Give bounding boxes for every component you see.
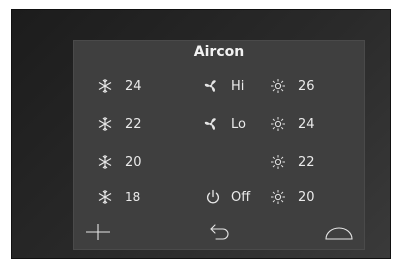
fan-icon	[203, 116, 219, 132]
heat-22-button[interactable]: 22	[270, 151, 315, 173]
fan-hi-button[interactable]: Hi	[203, 75, 244, 97]
snowflake-icon	[97, 154, 113, 170]
fan-icon	[203, 78, 219, 94]
cool-18-button[interactable]: 18	[97, 186, 140, 208]
plus-button[interactable]	[84, 222, 112, 246]
sun-icon	[270, 189, 286, 205]
device-frame: Aircon 24 Hi 26 22 Lo 24 20 22 18 Off 20	[11, 9, 391, 259]
fan-lo-label: Lo	[231, 116, 246, 132]
sun-icon	[270, 78, 286, 94]
fan-hi-label: Hi	[231, 78, 245, 94]
heat-value: 24	[298, 116, 315, 132]
heat-value: 26	[298, 78, 315, 94]
aircon-screen: Aircon 24 Hi 26 22 Lo 24 20 22 18 Off 20	[74, 41, 364, 249]
cool-20-button[interactable]: 20	[97, 151, 142, 173]
heat-24-button[interactable]: 24	[270, 113, 315, 135]
heat-value: 22	[298, 154, 315, 170]
fan-lo-button[interactable]: Lo	[203, 113, 246, 135]
power-off-button[interactable]: Off	[205, 186, 250, 208]
power-icon	[205, 189, 221, 205]
cool-22-button[interactable]: 22	[97, 113, 142, 135]
dome-button[interactable]	[324, 225, 354, 245]
power-label: Off	[231, 189, 251, 205]
sun-icon	[270, 154, 286, 170]
snowflake-icon	[97, 78, 113, 94]
cool-value: 18	[125, 190, 141, 204]
snowflake-icon	[97, 116, 113, 132]
heat-26-button[interactable]: 26	[270, 75, 315, 97]
screen-title: Aircon	[193, 44, 245, 60]
snowflake-icon	[97, 189, 113, 205]
heat-value: 20	[298, 189, 315, 205]
cool-value: 22	[125, 116, 142, 132]
plus-icon	[86, 224, 110, 240]
back-button[interactable]	[208, 223, 232, 245]
cool-24-button[interactable]: 24	[97, 75, 142, 97]
sun-icon	[270, 116, 286, 132]
back-arrow-icon	[210, 224, 229, 240]
dome-icon	[325, 227, 353, 240]
cool-value: 20	[125, 154, 142, 170]
cool-value: 24	[125, 78, 142, 94]
heat-20-button[interactable]: 20	[270, 186, 315, 208]
